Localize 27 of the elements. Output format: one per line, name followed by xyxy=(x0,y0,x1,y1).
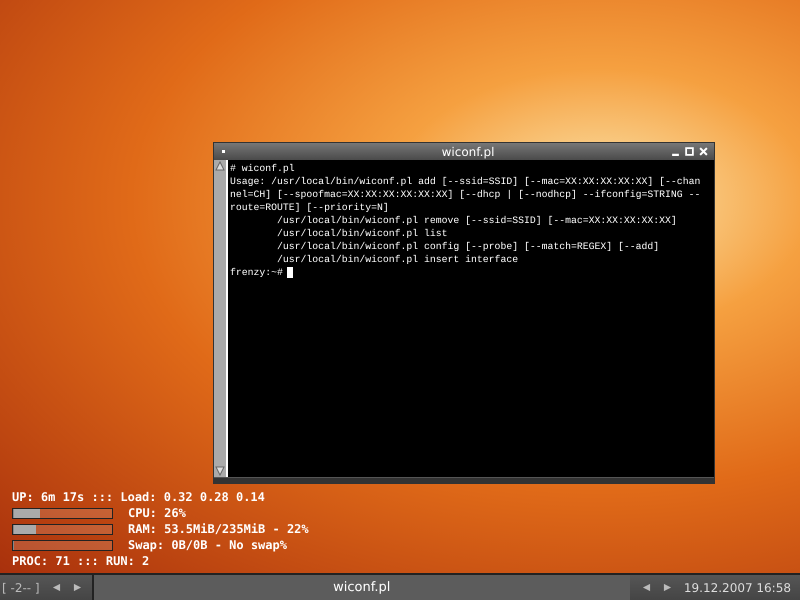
clock: 19.12.2007 16:58 xyxy=(684,580,791,594)
terminal-line: Usage: /usr/local/bin/wiconf.pl add [--ssid=SSID] [--mac=XX:XX:XX:XX:XX] [--chan xyxy=(230,175,702,188)
scrollbar[interactable] xyxy=(214,160,228,477)
terminal-line: /usr/local/bin/wiconf.pl list xyxy=(276,227,449,240)
desktop-pager[interactable]: [ -2-- ] xyxy=(2,580,40,594)
previous-desktop-icon[interactable] xyxy=(52,583,61,592)
usage-label: Swap: 0B/0B - No swap% xyxy=(128,538,287,553)
horizontal-scrollbar[interactable] xyxy=(214,477,714,483)
terminal-line: # wiconf.pl xyxy=(230,162,296,175)
maximize-icon[interactable] xyxy=(685,147,694,156)
next-desktop-icon[interactable] xyxy=(72,583,82,592)
window-title: wiconf.pl xyxy=(440,144,496,158)
text-cursor xyxy=(286,267,293,278)
uptime-load-text: UP: 6m 17s ::: Load: 0.32 0.28 0.14 xyxy=(12,490,266,505)
process-count-text: PROC: 71 ::: RUN: 2 xyxy=(12,554,150,569)
terminal-line: /usr/local/bin/wiconf.pl remove [--ssid=SSID] [--mac=XX:XX:XX:XX:XX] xyxy=(276,214,678,227)
taskbar-task-button[interactable]: wiconf.pl xyxy=(94,575,630,600)
terminal-line: nel=CH] [--spoofmac=XX:XX:XX:XX:XX:XX] [--dhcp | [--nodhcp] --ifconfig=STRING -- xyxy=(230,188,702,201)
usage-label: CPU: 26% xyxy=(128,506,186,521)
terminal-line: /usr/local/bin/wiconf.pl insert interface xyxy=(276,253,520,266)
usage-label: RAM: 53.5MiB/235MiB - 22% xyxy=(128,522,309,537)
close-icon[interactable] xyxy=(699,147,708,156)
terminal-line: /usr/local/bin/wiconf.pl config [--probe] [--match=REGEX] [--add] xyxy=(276,240,660,253)
shell-prompt: frenzy:~# xyxy=(230,266,283,279)
previous-icon[interactable] xyxy=(642,583,651,592)
terminal-line: route=ROUTE] [--priority=N] xyxy=(230,201,390,214)
next-icon[interactable] xyxy=(662,583,672,592)
